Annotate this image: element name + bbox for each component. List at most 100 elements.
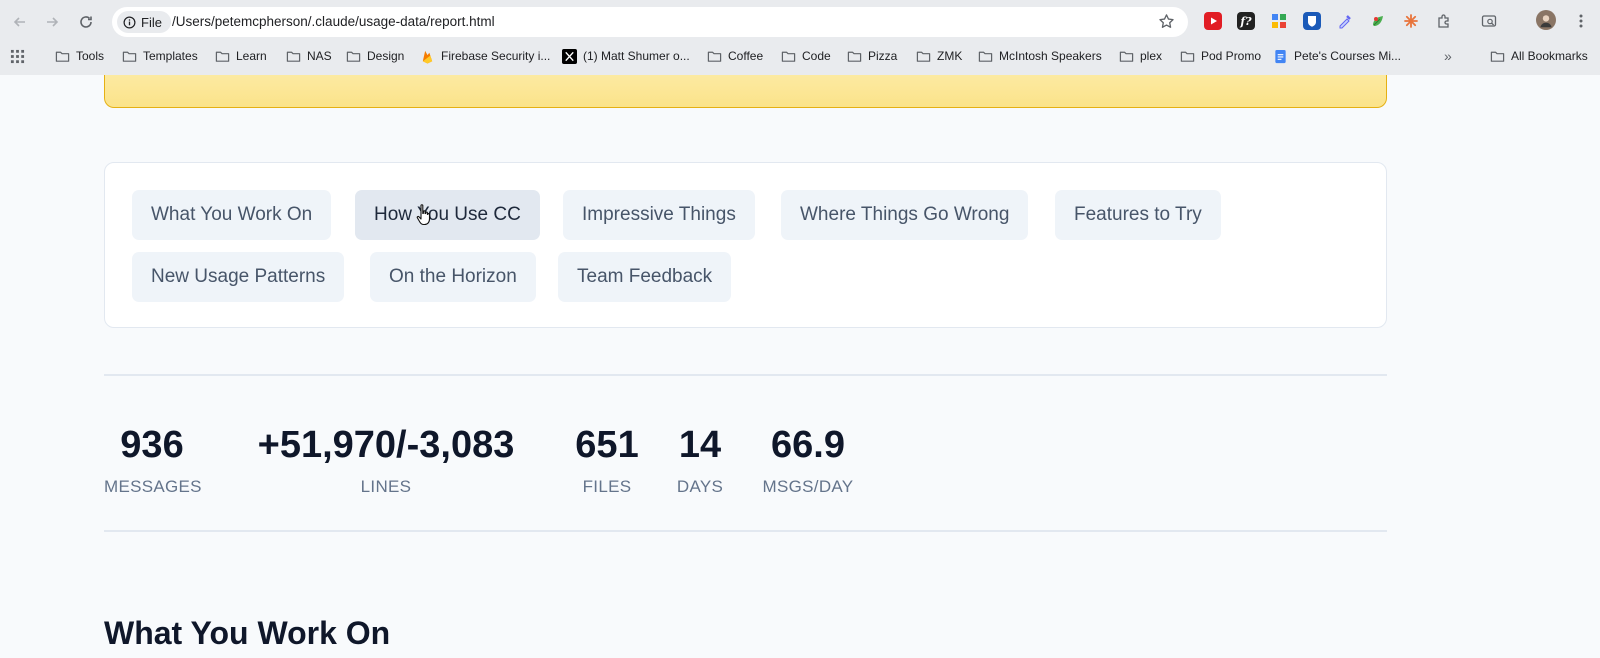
bookmark-label: Pizza	[868, 49, 898, 63]
url-text[interactable]: /Users/petemcpherson/.claude/usage-data/…	[172, 14, 495, 29]
folder-icon	[346, 49, 361, 64]
bookmark-item[interactable]: McIntosh Speakers	[978, 44, 1102, 68]
side-panel-search-icon[interactable]	[1480, 12, 1498, 30]
firebase-icon	[420, 49, 435, 64]
stat-files: 651 FILES	[571, 425, 643, 497]
stat-msgs-per-day: 66.9 MSGS/DAY	[760, 425, 856, 497]
bookmark-label: Pod Promo	[1201, 49, 1262, 63]
bookmark-label: (1) Matt Shumer o...	[583, 49, 690, 63]
stat-lines: +51,970/-3,083 LINES	[237, 425, 535, 497]
stat-label: MESSAGES	[104, 477, 202, 496]
bookmark-item[interactable]: Pod Promo	[1180, 44, 1261, 68]
bookmark-item[interactable]: Coffee	[707, 44, 763, 68]
bitwarden-icon[interactable]	[1303, 12, 1321, 30]
stat-label: DAYS	[676, 477, 724, 496]
reload-icon	[80, 16, 92, 28]
bookmark-label: McIntosh Speakers	[999, 49, 1102, 63]
eyedropper-icon[interactable]	[1336, 12, 1354, 30]
back-button[interactable]	[10, 12, 30, 32]
bookmark-item[interactable]: Templates	[122, 44, 198, 68]
puzzle-grid-icon[interactable]	[1270, 12, 1288, 30]
bookmark-label: Tools	[76, 49, 105, 63]
bookmark-item[interactable]: plex	[1119, 44, 1162, 68]
tab-what-you-work-on[interactable]: What You Work On	[132, 190, 332, 240]
browser-menu-button[interactable]	[1572, 12, 1590, 30]
folder-icon	[286, 49, 301, 64]
stat-value: 66.9	[771, 424, 845, 466]
highlight-banner	[104, 75, 1387, 108]
address-bar[interactable]: File /Users/petemcpherson/.claude/usage-…	[112, 7, 1188, 37]
browser-chrome: File /Users/petemcpherson/.claude/usage-…	[0, 0, 1600, 75]
forward-button[interactable]	[42, 12, 62, 32]
info-icon	[123, 16, 136, 28]
x-icon	[562, 48, 577, 64]
stat-messages: 936 MESSAGES	[104, 424, 202, 497]
bookmark-label: Code	[802, 49, 831, 63]
stat-value: 14	[678, 424, 722, 466]
fontface-icon[interactable]: f?	[1237, 12, 1255, 30]
bookmark-label: Design	[367, 49, 405, 63]
folder-icon	[215, 49, 230, 64]
stat-label: LINES	[360, 477, 412, 496]
bookmark-label: ZMK	[937, 49, 963, 63]
bookmark-item[interactable]: NAS	[286, 44, 332, 68]
extensions-icon[interactable]	[1435, 12, 1453, 30]
bookmarks-bar: Tools Templates Learn NAS Design Firebase Sec…	[0, 44, 1600, 68]
tab-where-things-go-wrong[interactable]: Where Things Go Wrong	[781, 190, 1029, 240]
star-icon	[1159, 14, 1174, 28]
bookmark-item[interactable]: Learn	[215, 44, 267, 68]
tab-new-usage-patterns[interactable]: New Usage Patterns	[132, 252, 345, 302]
bookmark-label: Firebase Security i...	[441, 49, 551, 63]
bookmark-label: plex	[1140, 49, 1163, 63]
site-info-chip[interactable]: File	[117, 11, 171, 33]
bookmark-item[interactable]: (1) Matt Shumer o...	[562, 44, 690, 68]
asterisk-icon[interactable]	[1402, 12, 1420, 30]
folder-icon	[707, 49, 722, 64]
bookmark-item[interactable]: Firebase Security i...	[420, 44, 550, 68]
bookmark-item[interactable]: Design	[346, 44, 404, 68]
bookmark-item[interactable]: ZMK	[916, 44, 962, 68]
stat-days: 14 DAYS	[674, 425, 726, 497]
tab-on-the-horizon[interactable]: On the Horizon	[370, 252, 536, 302]
youtube-icon[interactable]	[1204, 12, 1222, 30]
arrow-left-icon	[13, 17, 25, 27]
all-bookmarks-button[interactable]: All Bookmarks	[1490, 44, 1588, 68]
apps-button[interactable]	[10, 44, 25, 68]
bookmark-star-button[interactable]	[1158, 13, 1176, 31]
stat-value: 936	[120, 424, 184, 466]
tab-team-feedback[interactable]: Team Feedback	[558, 252, 732, 302]
bookmark-item[interactable]: Tools	[55, 44, 104, 68]
stats-bottom-divider	[104, 530, 1387, 532]
profile-avatar[interactable]	[1536, 10, 1556, 30]
folder-icon	[1119, 49, 1134, 64]
report-page: What You Work On How You Use CC Impressi…	[0, 75, 1600, 658]
all-bookmarks-label: All Bookmarks	[1511, 49, 1588, 63]
bookmark-label: Pete's Courses Mi...	[1294, 49, 1401, 63]
kebab-menu-icon	[1579, 14, 1583, 28]
folder-icon	[1180, 49, 1195, 64]
leaf-icon[interactable]	[1369, 12, 1387, 30]
section-nav-card: What You Work On How You Use CC Impressi…	[104, 162, 1387, 328]
tab-how-you-use-cc[interactable]: How You Use CC	[355, 190, 540, 240]
folder-icon	[55, 49, 70, 64]
arrow-right-icon	[47, 17, 59, 27]
folder-icon	[978, 49, 993, 64]
bookmark-label: NAS	[307, 49, 332, 63]
browser-toolbar: File /Users/petemcpherson/.claude/usage-…	[0, 6, 1600, 38]
folder-icon	[847, 49, 862, 64]
bookmark-label: Learn	[236, 49, 267, 63]
docs-icon	[1273, 49, 1288, 64]
bookmark-item[interactable]: Pizza	[847, 44, 897, 68]
bookmark-item[interactable]: Pete's Courses Mi...	[1273, 44, 1401, 68]
tab-features-to-try[interactable]: Features to Try	[1055, 190, 1221, 240]
folder-icon	[916, 49, 931, 64]
bookmark-label: Templates	[143, 49, 198, 63]
tab-impressive-things[interactable]: Impressive Things	[563, 190, 755, 240]
more-bookmarks-button[interactable]: »	[1444, 44, 1452, 68]
stat-value: +51,970/-3,083	[257, 424, 515, 466]
reload-button[interactable]	[76, 12, 96, 32]
file-chip-label: File	[141, 14, 162, 30]
folder-icon	[1490, 51, 1505, 62]
bookmark-item[interactable]: Code	[781, 44, 831, 68]
avatar-icon	[1540, 15, 1552, 28]
